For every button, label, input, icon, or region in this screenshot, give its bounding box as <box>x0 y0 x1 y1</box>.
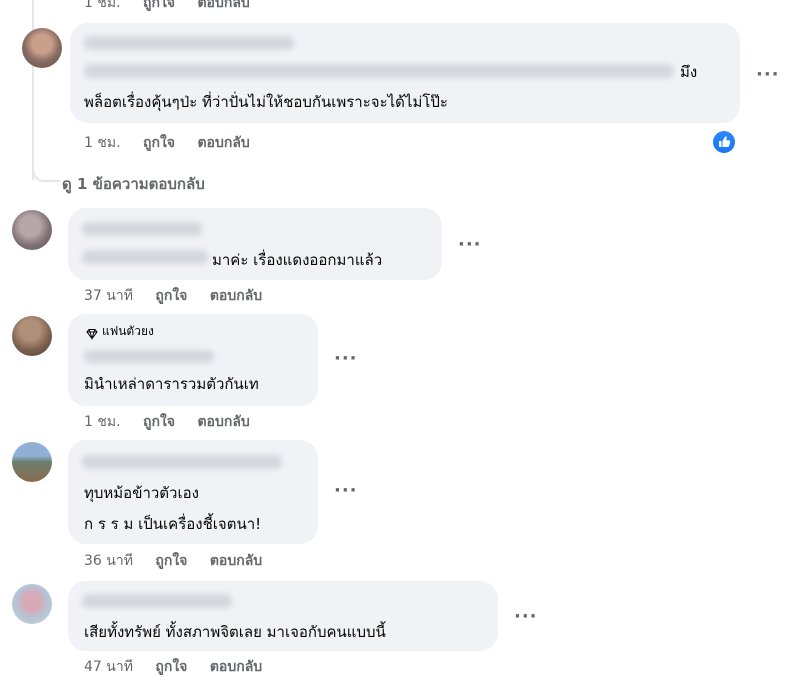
like-link[interactable]: ถูกใจ <box>143 414 175 430</box>
comment-time[interactable]: 1 ชม. <box>84 135 121 151</box>
comment-text: ทุบหม้อข้าวตัวเอง <box>84 484 199 502</box>
more-options-icon[interactable]: ··· <box>334 482 358 500</box>
top-fan-badge: แฟนตัวยง <box>102 324 154 338</box>
avatar[interactable] <box>12 210 52 250</box>
comment-meta: 1 ชม. ถูกใจ ตอบกลับ <box>84 413 268 431</box>
tagged-names[interactable] <box>84 64 674 78</box>
comment-text: พล็อตเรื่องคุ้นๆป่ะ ที่ว่าปั่นไม่ให้ชอบก… <box>84 93 448 111</box>
comment-time[interactable]: 1 ชม. <box>84 414 121 430</box>
comment-text: มินำเหล่าดารารวมตัวกันเท <box>84 375 259 393</box>
reply-thread-curve <box>32 150 60 182</box>
comment-text: เสียทั้งทรัพย์ ทั้งสภาพจิตเลย มาเจอกับคน… <box>84 623 386 641</box>
like-link[interactable]: ถูกใจ <box>143 135 175 151</box>
like-link[interactable]: ถูกใจ <box>155 659 187 675</box>
avatar[interactable] <box>12 316 52 356</box>
reply-link[interactable]: ตอบกลับ <box>197 414 249 430</box>
reply-link[interactable]: ตอบกลับ <box>210 553 262 569</box>
comment-time[interactable]: 47 นาที <box>84 659 133 675</box>
commenter-name[interactable] <box>84 350 214 363</box>
more-options-icon[interactable]: ··· <box>458 236 482 254</box>
comment-text: มาค่ะ เรื่องแดงออกมาแล้ว <box>212 251 383 269</box>
more-options-icon[interactable]: ··· <box>334 350 358 368</box>
commenter-name[interactable] <box>82 594 232 608</box>
comment-time[interactable]: 1 ชม. <box>84 0 121 11</box>
diamond-icon <box>86 325 98 344</box>
avatar[interactable] <box>12 442 52 482</box>
like-link[interactable]: ถูกใจ <box>155 288 187 304</box>
more-options-icon[interactable]: ··· <box>756 66 780 84</box>
avatar[interactable] <box>12 584 52 624</box>
comment-text: มึง <box>680 63 698 81</box>
reply-link[interactable]: ตอบกลับ <box>210 288 262 304</box>
commenter-name[interactable] <box>82 222 202 236</box>
comment-meta: 1 ชม. ถูกใจ ตอบกลับ <box>84 134 268 152</box>
comment-meta: 47 นาที ถูกใจ ตอบกลับ <box>84 658 280 676</box>
commenter-name[interactable] <box>82 455 282 469</box>
reply-link[interactable]: ตอบกลับ <box>210 659 262 675</box>
more-options-icon[interactable]: ··· <box>514 608 538 626</box>
comment-meta: 36 นาที ถูกใจ ตอบกลับ <box>84 552 280 570</box>
thumbs-up-icon[interactable] <box>713 131 735 153</box>
comment-meta-top: 1 ชม. ถูกใจ ตอบกลับ <box>84 0 268 12</box>
tagged-names[interactable] <box>82 250 208 264</box>
reply-link[interactable]: ตอบกลับ <box>197 135 249 151</box>
like-link[interactable]: ถูกใจ <box>143 0 175 11</box>
like-link[interactable]: ถูกใจ <box>155 553 187 569</box>
comment-meta: 37 นาที ถูกใจ ตอบกลับ <box>84 287 280 305</box>
view-replies-link[interactable]: ดู 1 ข้อความตอบกลับ <box>62 172 205 196</box>
comment-text: ก ร ร ม เป็นเครื่องชี้เจตนา! <box>84 515 262 533</box>
commenter-name[interactable] <box>84 36 294 50</box>
avatar[interactable] <box>22 28 62 68</box>
reply-link[interactable]: ตอบกลับ <box>197 0 249 11</box>
comment-time[interactable]: 37 นาที <box>84 288 133 304</box>
comment-time[interactable]: 36 นาที <box>84 553 133 569</box>
